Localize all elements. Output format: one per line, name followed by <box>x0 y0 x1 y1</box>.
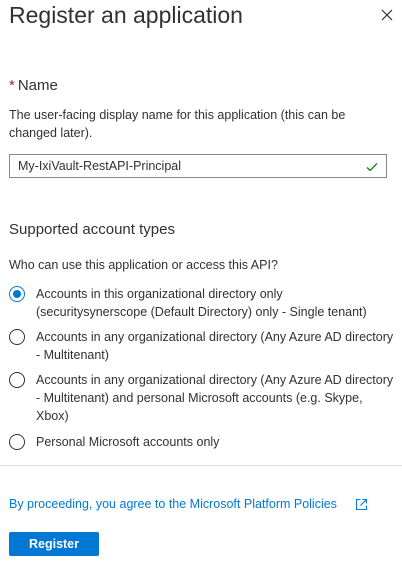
name-input-container <box>9 154 387 178</box>
account-types-title: Supported account types <box>9 221 175 238</box>
name-input[interactable] <box>10 155 350 177</box>
account-types-question: Who can use this application or access t… <box>9 258 278 272</box>
radio-button[interactable] <box>9 329 25 345</box>
radio-option-label: Accounts in any organizational directory… <box>36 330 394 362</box>
register-app-panel: Register an application * Name The user-f… <box>0 0 402 563</box>
checkmark-icon <box>366 160 378 172</box>
footer-divider <box>0 465 402 466</box>
radio-option-label: Accounts in this organizational director… <box>36 287 367 319</box>
page-title: Register an application <box>9 2 243 28</box>
register-button[interactable]: Register <box>9 532 99 556</box>
name-field-label: * Name <box>9 76 58 96</box>
radio-button[interactable] <box>9 372 25 388</box>
radio-option-label: Accounts in any organizational directory… <box>36 373 394 423</box>
name-description: The user-facing display name for this ap… <box>9 108 346 140</box>
external-link-icon[interactable] <box>355 498 368 511</box>
platform-policies-link[interactable]: By proceeding, you agree to the Microsof… <box>9 495 337 513</box>
radio-option-label: Personal Microsoft accounts only <box>36 435 220 449</box>
radio-button-selected[interactable] <box>9 286 25 302</box>
close-icon[interactable] <box>378 6 396 24</box>
required-marker: * <box>9 77 15 94</box>
radio-button[interactable] <box>9 434 25 450</box>
name-label-text: Name <box>17 77 58 94</box>
